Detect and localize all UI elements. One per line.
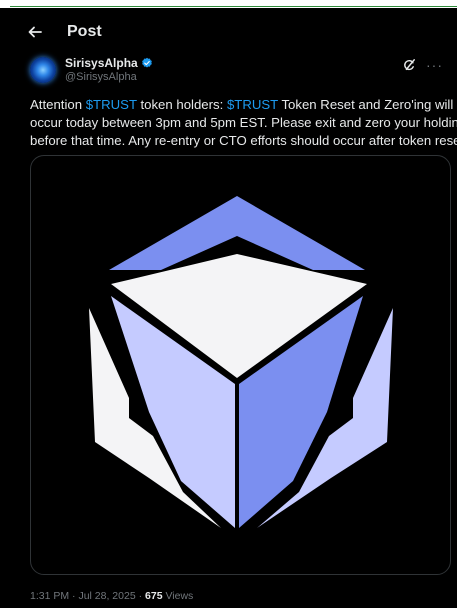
grok-icon[interactable] — [402, 58, 416, 72]
cashtag-link[interactable]: $TRUST — [227, 97, 278, 112]
avatar[interactable] — [30, 57, 56, 83]
post-text-line-1: Attention $TRUST token holders: $TRUST T… — [30, 96, 454, 114]
display-name[interactable]: SirisysAlpha — [65, 56, 138, 70]
back-button[interactable] — [15, 12, 55, 52]
window-top-border — [10, 6, 457, 7]
post-media[interactable] — [30, 155, 451, 575]
post-text: Attention $TRUST token holders: $TRUST T… — [30, 96, 457, 150]
post-header: Post — [0, 10, 457, 54]
author-names: SirisysAlpha @SirisysAlpha — [65, 56, 153, 83]
back-arrow-icon — [28, 26, 42, 38]
display-name-row: SirisysAlpha — [65, 56, 153, 70]
post-text-segment: token holders: — [136, 97, 227, 112]
post-text-segment: Attention — [30, 97, 86, 112]
post-text-segment: Token Reset and Zero'ing will — [278, 97, 454, 112]
post-actions: ··· — [402, 58, 443, 72]
verified-badge-icon — [141, 57, 152, 68]
meta-separator: · — [135, 590, 146, 602]
post-text-line-3: before that time. Any re-entry or CTO ef… — [30, 133, 457, 148]
post-meta: 1:31 PM · Jul 28, 2025 · 675 Views — [30, 590, 193, 602]
cube-logo-image — [89, 196, 393, 528]
views-count: 675 — [145, 590, 163, 602]
page-title: Post — [67, 23, 102, 40]
author-handle[interactable]: @SirisysAlpha — [65, 71, 153, 83]
post-text-line-2: occur today between 3pm and 5pm EST. Ple… — [30, 115, 457, 130]
views-label: Views — [162, 590, 194, 602]
post-time[interactable]: 1:31 PM — [30, 590, 69, 602]
more-options-button[interactable]: ··· — [426, 58, 443, 72]
cashtag-link[interactable]: $TRUST — [86, 97, 137, 112]
window-top-edge — [0, 0, 457, 8]
post-author: SirisysAlpha @SirisysAlpha ··· — [30, 56, 443, 96]
post-date[interactable]: Jul 28, 2025 — [78, 590, 135, 602]
